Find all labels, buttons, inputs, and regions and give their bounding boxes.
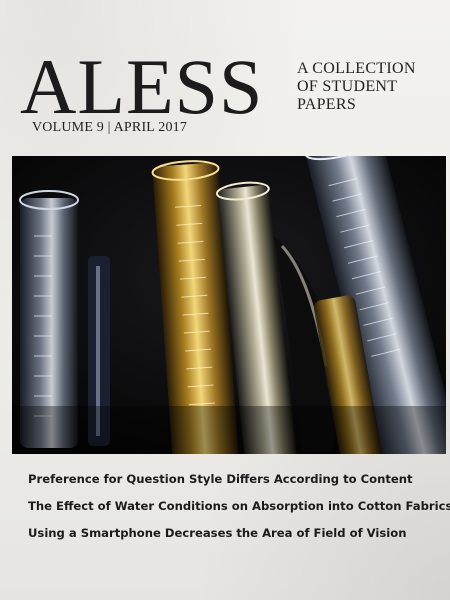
cover-photo (12, 156, 446, 454)
subtitle-line: PAPERS (297, 96, 357, 113)
article-title: Using a Smartphone Decreases the Area of… (28, 526, 407, 540)
magazine-cover: ALESS A COLLECTION OF STUDENT PAPERS VOL… (0, 0, 450, 600)
cover-photo-art (12, 156, 446, 454)
article-title: Preference for Question Style Differs Ac… (28, 472, 413, 486)
masthead-subtitle: A COLLECTION OF STUDENT PAPERS (297, 60, 416, 114)
article-list: Preference for Question Style Differs Ac… (28, 466, 450, 547)
subtitle-line: A COLLECTION (297, 60, 416, 77)
article-title: The Effect of Water Conditions on Absorp… (28, 499, 450, 513)
masthead-title: ALESS (20, 43, 264, 130)
subtitle-line: OF STUDENT (297, 78, 398, 95)
issue-line: VOLUME 9 | APRIL 2017 (32, 120, 188, 135)
